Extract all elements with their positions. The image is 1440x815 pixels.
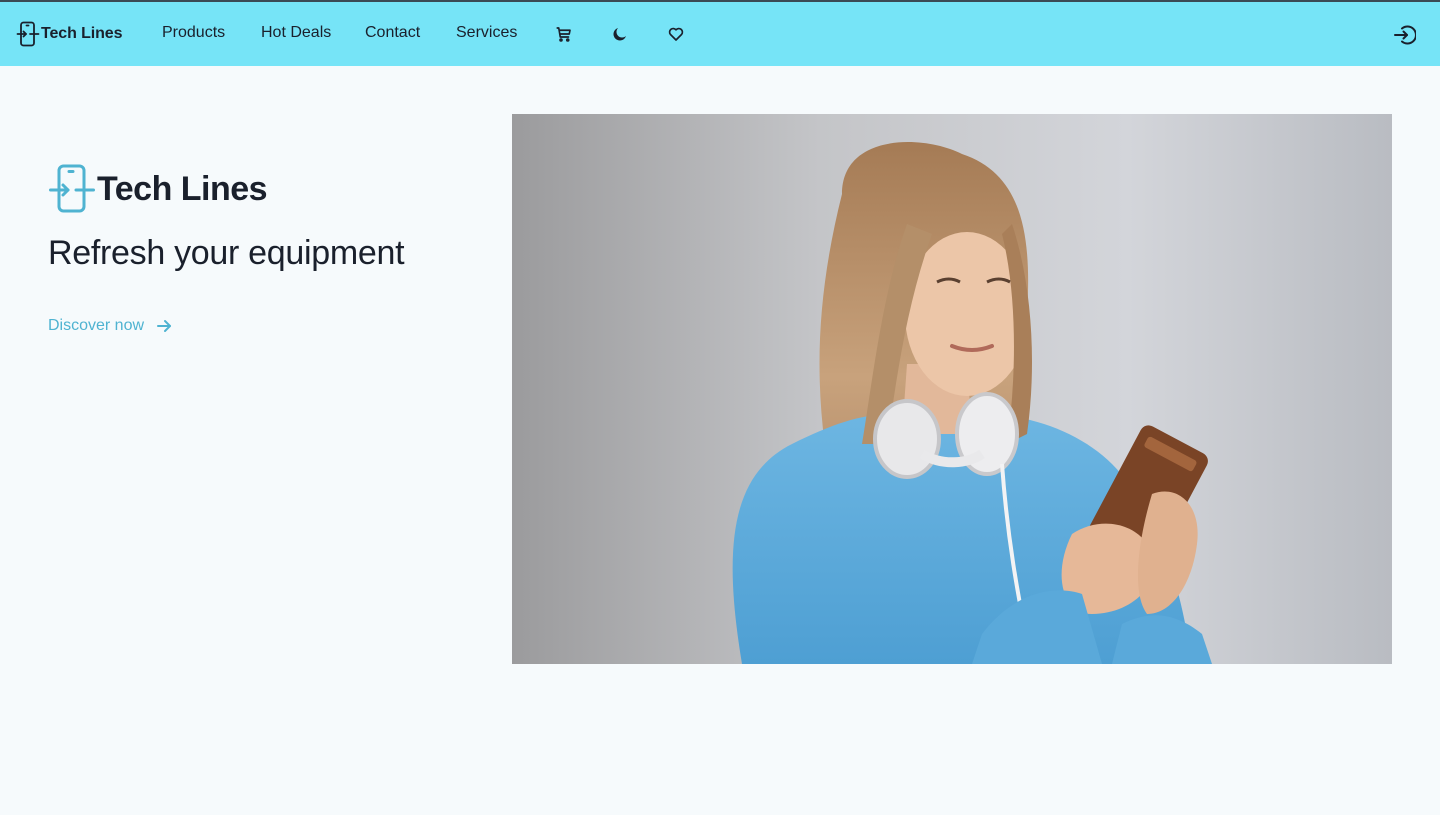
nav-link-contact[interactable]: Contact xyxy=(365,24,420,42)
login-icon xyxy=(1394,25,1417,45)
hero-title: Tech Lines xyxy=(97,169,268,208)
woman-with-phone-photo xyxy=(512,114,1392,664)
theme-toggle-button[interactable] xyxy=(610,24,630,44)
discover-now-label: Discover now xyxy=(48,317,145,334)
moon-icon xyxy=(613,28,626,41)
phone-logo-icon xyxy=(49,164,95,213)
hero-logo: Tech Lines xyxy=(48,164,268,214)
cart-icon xyxy=(556,27,571,42)
nav-link-services[interactable]: Services xyxy=(456,24,517,42)
hero-subtitle: Refresh your equipment xyxy=(48,234,405,272)
heart-icon xyxy=(668,27,684,41)
hero-image xyxy=(512,114,1392,664)
brand-link[interactable]: Tech Lines xyxy=(16,21,123,47)
nav-link-hot-deals[interactable]: Hot Deals xyxy=(261,24,331,42)
discover-now-link[interactable]: Discover now xyxy=(48,317,172,335)
login-button[interactable] xyxy=(1392,23,1417,47)
nav-link-products[interactable]: Products xyxy=(162,24,225,42)
phone-logo-icon xyxy=(16,21,40,47)
brand-name: Tech Lines xyxy=(41,25,123,42)
navbar: Tech Lines Products Hot Deals Contact Se… xyxy=(0,2,1440,66)
arrow-right-icon xyxy=(157,320,172,332)
wishlist-button[interactable] xyxy=(666,24,686,44)
cart-button[interactable] xyxy=(554,24,574,44)
